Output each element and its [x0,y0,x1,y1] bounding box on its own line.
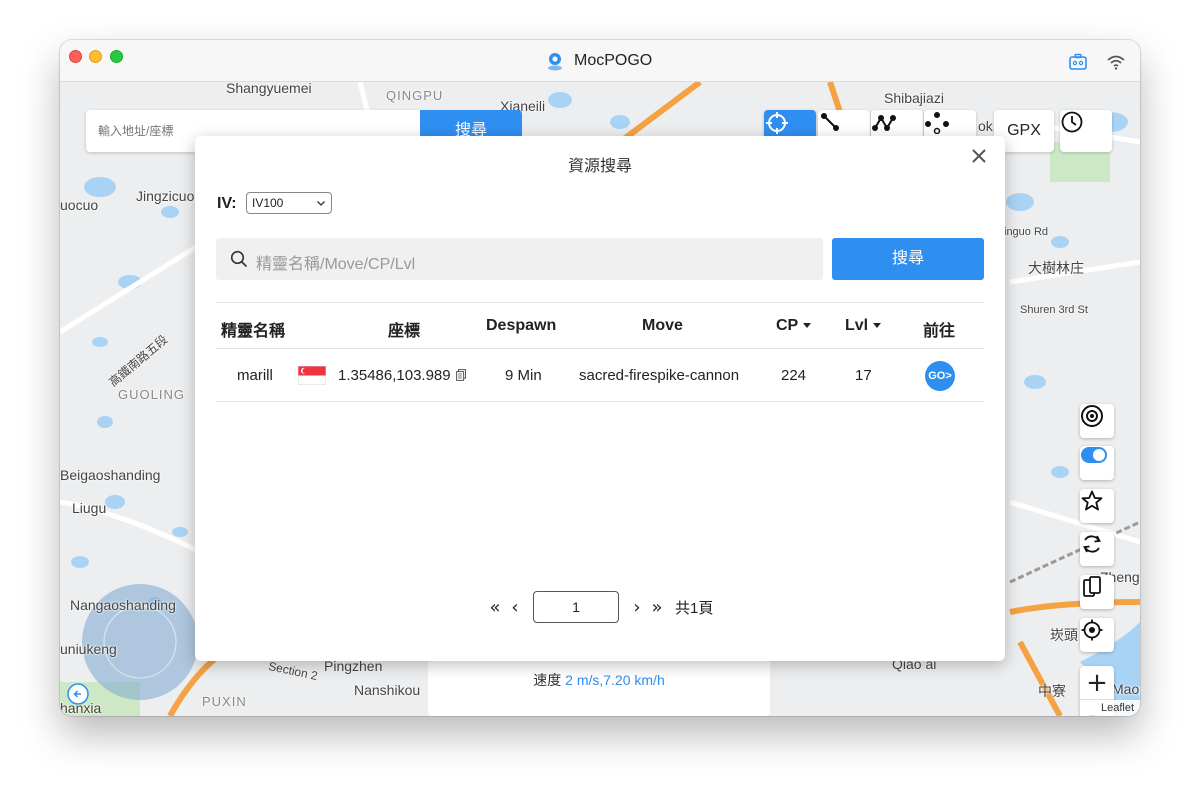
iv-select[interactable]: IV100 [246,192,332,214]
map-label: Shangyuemei [226,82,312,96]
title-bar: MocPOGO [60,40,1140,82]
clock-icon [1061,111,1083,133]
pagination: « ‹ 1 › » 共1頁 [485,591,713,623]
map-label: uocuo [60,197,99,213]
pokemon-name: marill [237,367,273,384]
map-label: uniukeng [60,641,117,657]
sort-caret-icon [873,323,882,329]
singapore-flag-icon [298,366,326,385]
app-title: MocPOGO [544,51,652,71]
refresh-icon [1083,535,1101,553]
copy-icon[interactable] [455,369,466,381]
minimize-window-button[interactable] [89,50,102,63]
chevron-down-icon [317,201,325,206]
map-label: inguo Rd [1004,226,1049,238]
map-label: Shuren 3rd St [1020,304,1088,316]
device-button[interactable] [1080,575,1114,609]
next-page-icon[interactable]: › [627,597,647,618]
map-label: 崁頭 [1050,627,1078,643]
table-row: marill 1.35486,103.989 9 Min sacred-fire… [216,349,984,402]
page-number-input[interactable]: 1 [533,591,619,623]
first-page-icon[interactable]: « [485,597,505,618]
results-table: 精靈名稱 座標 Despawn Move CP Lvl 前往 marill 1.… [216,302,984,402]
gpx-label: GPX [1007,122,1041,139]
search-placeholder: 精靈名稱/Move/CP/Lvl [256,256,416,273]
map-label: Beigaoshanding [60,467,161,483]
coordinates-cell: 1.35486,103.989 [338,367,466,384]
lvl-cell: 17 [855,367,872,384]
devices-icon [1083,576,1101,597]
pokeball-joystick-button[interactable] [1080,404,1114,438]
search-button[interactable]: 搜尋 [832,238,984,280]
favorites-button[interactable] [1080,489,1114,523]
speed-label: 速度 [533,672,562,688]
cp-cell: 224 [781,367,807,384]
app-title-text: MocPOGO [574,52,653,69]
iv-label: IV: [217,195,237,212]
column-header-coords: 座標 [388,323,421,340]
map-label: 大樹林庄 [1028,260,1084,276]
multi-spot-route-icon [872,115,896,131]
column-header-lvl[interactable]: Lvl [845,317,882,335]
wifi-icon[interactable] [1106,52,1126,72]
search-icon [230,250,248,268]
close-icon[interactable] [969,146,989,166]
resource-search-dialog: 資源搜尋 IV: IV100 精靈名稱/Move/CP/Lvl 搜尋 精靈名稱 … [195,136,1005,661]
star-icon [1081,490,1103,511]
sort-caret-icon [803,323,812,329]
pokemon-search-input[interactable]: 精靈名稱/Move/CP/Lvl [216,238,823,280]
map-label: Nangaoshanding [70,597,176,613]
history-button[interactable] [1060,110,1112,152]
toggle-icon [1081,447,1107,463]
map-label: Shibajiazi [884,90,944,106]
go-button[interactable]: GO> [925,361,955,391]
app-window: MocPOGO Shangyuemei QINGPU Xianeili Shib… [60,40,1140,716]
column-header-goto: 前往 [923,323,956,340]
map-label: Liugu [72,500,107,516]
locate-icon [1081,619,1103,641]
zoom-window-button[interactable] [110,50,123,63]
map-label: PUXIN [202,694,247,709]
zoom-in-button[interactable]: + [1080,666,1114,700]
map-label: 中寮 [1038,683,1066,699]
mocpogo-logo-icon [548,53,562,71]
total-pages: 共1頁 [675,599,714,617]
close-window-button[interactable] [69,50,82,63]
last-page-icon[interactable]: » [647,597,667,618]
map-label: Maop [1112,681,1140,697]
map-label: Nanshikou [354,682,421,698]
column-header-cp[interactable]: CP [776,317,812,335]
toolbox-icon[interactable] [1068,52,1088,72]
prev-page-icon[interactable]: ‹ [505,597,525,618]
jump-teleport-icon [925,112,949,134]
despawn-cell: 9 Min [505,367,542,384]
map-label: QINGPU [386,88,444,103]
speed-value: 2 m/s,7.20 km/h [565,672,665,688]
toggle-switch[interactable] [1080,446,1114,480]
column-header-cp-label: CP [776,317,799,334]
crosshair-icon [766,112,788,134]
column-header-name: 精靈名稱 [221,323,286,340]
dialog-title: 資源搜尋 [567,158,632,175]
speed-panel: 速度 2 m/s,7.20 km/h [428,656,770,716]
table-header: 精靈名稱 座標 Despawn Move CP Lvl 前往 [216,302,984,349]
coordinates-text: 1.35486,103.989 [338,367,451,384]
column-header-despawn: Despawn [486,317,557,334]
refresh-button[interactable] [1080,532,1114,566]
move-cell: sacred-firespike-cannon [579,367,740,384]
map-label: hanxia [60,700,102,716]
two-spot-route-icon [821,113,839,131]
map-attribution[interactable]: Leaflet [1094,700,1140,716]
locate-button[interactable] [1080,618,1114,652]
map-label: GUOLING [118,387,185,402]
column-header-lvl-label: Lvl [845,317,869,334]
pokeball-icon [1081,405,1103,427]
map-label: ok [978,118,993,134]
column-header-move: Move [642,317,683,334]
map-label: Jingzicuo [136,188,195,204]
iv-selected-value: IV100 [252,196,284,210]
